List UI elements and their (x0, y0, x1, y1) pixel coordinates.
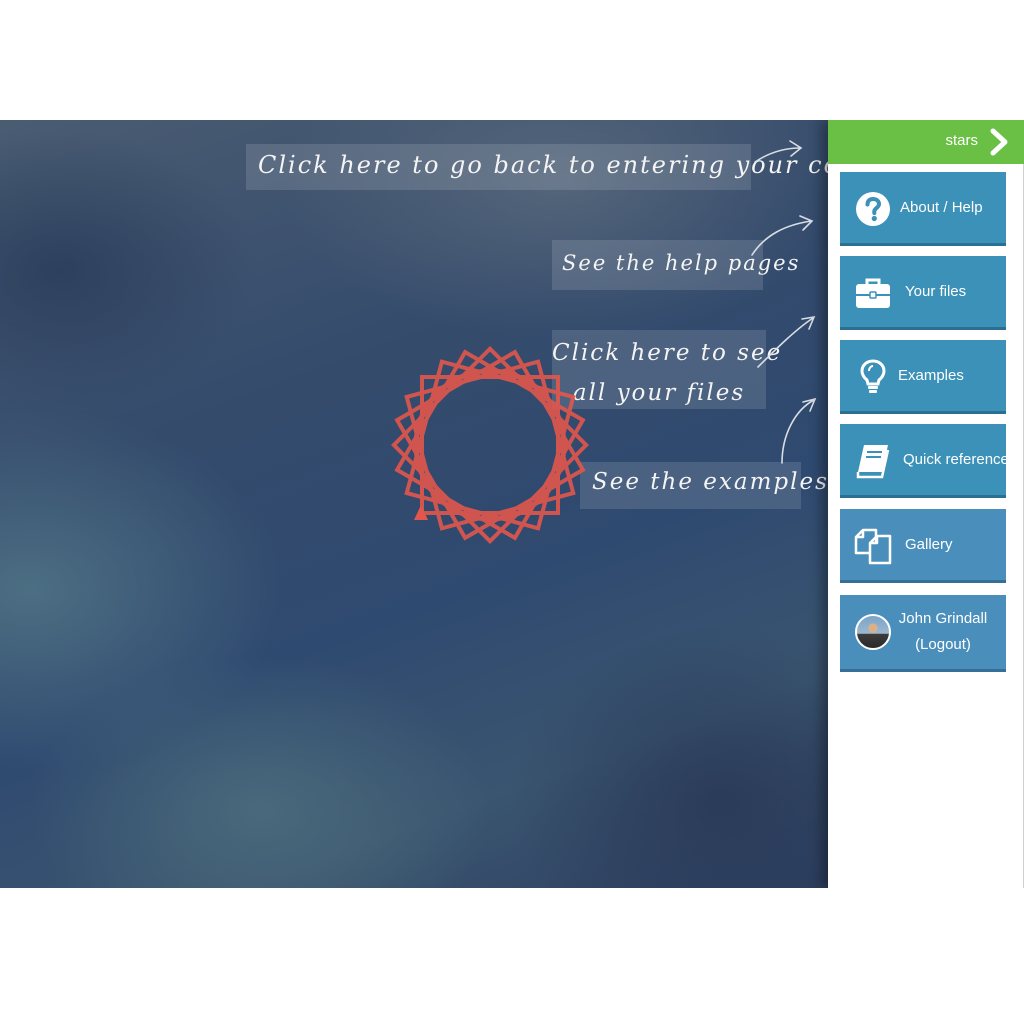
gallery-button[interactable]: Gallery (840, 509, 1006, 583)
sidebar: stars About / Help Your files Examples Q… (828, 120, 1024, 888)
user-logout-button[interactable]: John Grindall (Logout) (840, 595, 1006, 672)
user-info: John Grindall (Logout) (880, 606, 1006, 658)
lightbulb-icon (860, 359, 886, 393)
book-icon (856, 445, 890, 479)
hint-examples: See the examples (580, 462, 827, 509)
hint-help-pages: See the help pages (552, 240, 798, 290)
question-circle-icon (856, 192, 890, 226)
your-files-label: Your files (905, 283, 967, 300)
sidebar-title: stars (945, 132, 978, 149)
quick-reference-label: Quick reference (903, 451, 1009, 468)
quick-reference-button[interactable]: Quick reference (840, 424, 1009, 498)
hint-back-to-code: Click here to go back to entering your c… (246, 144, 872, 190)
spinner-square (404, 359, 576, 531)
about-help-label: About / Help (900, 199, 983, 216)
spinner-square (394, 349, 586, 541)
briefcase-icon (856, 278, 890, 308)
drawing-canvas[interactable]: Click here to go back to entering your c… (0, 120, 872, 888)
chevron-right-icon[interactable] (988, 128, 1010, 156)
arrow-to-examples (781, 397, 817, 464)
copy-icon (854, 528, 892, 565)
loading-spinner (391, 346, 589, 544)
sidebar-header[interactable]: stars (828, 120, 1024, 164)
spinner-square (404, 359, 576, 531)
gallery-label: Gallery (905, 536, 953, 553)
examples-button[interactable]: Examples (840, 340, 1006, 414)
user-name: John Grindall (898, 610, 988, 627)
about-help-button[interactable]: About / Help (840, 172, 1006, 246)
spinner-ring (413, 368, 567, 522)
logout-label: (Logout) (915, 636, 971, 653)
examples-label: Examples (898, 367, 964, 384)
app-window: Click here to go back to entering your c… (0, 120, 1024, 888)
your-files-button[interactable]: Your files (840, 256, 1006, 330)
spinner-square (394, 349, 586, 541)
